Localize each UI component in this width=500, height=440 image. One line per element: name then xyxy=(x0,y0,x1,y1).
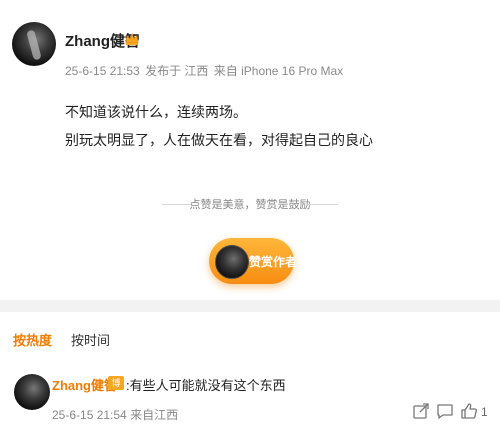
praise-text: 点赞是美意，赞赏是鼓励 xyxy=(189,199,311,211)
comment-actions: 1 xyxy=(412,402,490,422)
comment-location: 来自江西 xyxy=(130,408,179,422)
crown-icon xyxy=(125,32,139,45)
author-avatar[interactable] xyxy=(12,22,56,66)
post-location: 发布于 江西 xyxy=(145,64,209,78)
reward-author-button[interactable]: 赞赏作者 xyxy=(209,238,298,284)
post-time: 25-6-15 21:53 xyxy=(65,64,140,78)
post-card: Zhang健智 25-6-15 21:53 发布于 江西 来自 iPhone 1… xyxy=(0,0,500,300)
comment-icon[interactable] xyxy=(436,402,454,420)
share-icon[interactable] xyxy=(412,402,430,420)
reward-label: 赞赏作者 xyxy=(249,255,298,269)
comment-avatar[interactable] xyxy=(14,374,50,410)
like-icon[interactable] xyxy=(460,402,478,420)
post-line-1: 不知道该说什么，连续两场。 xyxy=(65,104,247,120)
comment-time: 25-6-15 21:54 xyxy=(52,408,127,422)
post-line-2: 别玩太明显了，人在做天在看，对得起自己的良心 xyxy=(65,132,373,148)
section-gap xyxy=(0,300,500,312)
post-meta: 25-6-15 21:53 发布于 江西 来自 iPhone 16 Pro Ma… xyxy=(65,62,345,79)
post-device: 来自 iPhone 16 Pro Max xyxy=(213,64,344,78)
post-content: 不知道该说什么，连续两场。 别玩太明显了，人在做天在看，对得起自己的良心 xyxy=(65,98,373,154)
tab-by-hot[interactable]: 按热度 xyxy=(13,330,52,349)
divider-right xyxy=(308,204,338,205)
like-count: 1 xyxy=(481,405,488,419)
reward-avatar xyxy=(215,245,249,279)
tab-by-time[interactable]: 按时间 xyxy=(71,330,110,349)
author-badge: 博主 xyxy=(108,376,124,402)
comment-text: :有些人可能就没有这个东西 xyxy=(126,378,286,393)
comment-meta: 25-6-15 21:54 来自江西 xyxy=(52,406,178,423)
